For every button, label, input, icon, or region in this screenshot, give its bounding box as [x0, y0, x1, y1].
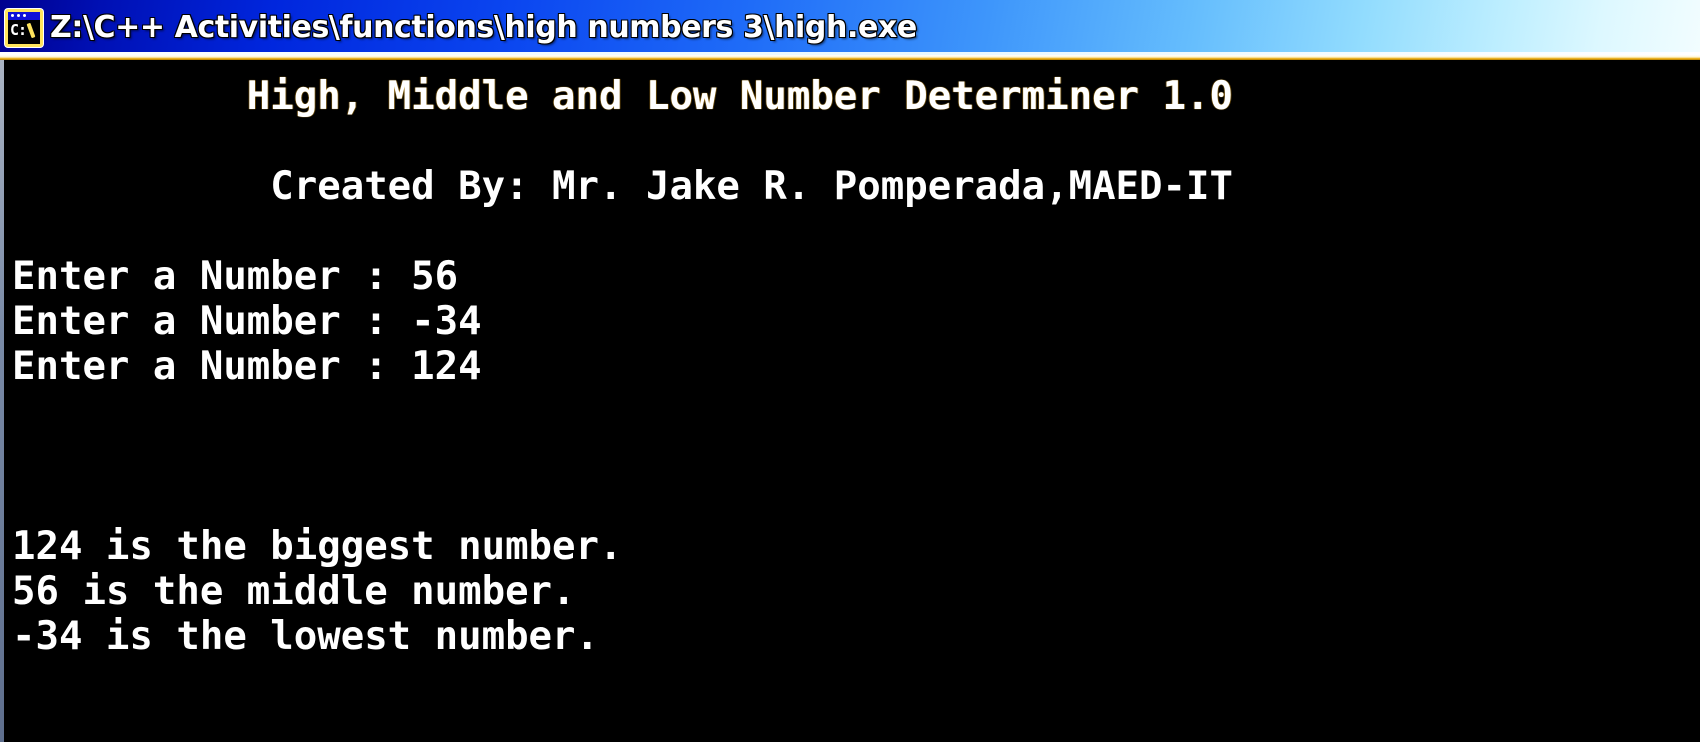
console-text-line: 124 is the biggest number.	[12, 524, 623, 569]
console-text-line: Enter a Number : -34	[12, 299, 482, 344]
icon-prompt-text: C:	[10, 20, 27, 39]
console-text-line: High, Middle and Low Number Determiner 1…	[12, 74, 1233, 119]
console-text-line: 56 is the middle number.	[12, 569, 576, 614]
icon-title-strip	[8, 11, 40, 20]
console-screen[interactable]: High, Middle and Low Number Determiner 1…	[4, 60, 1700, 742]
client-left-edge	[0, 60, 4, 742]
console-window-icon[interactable]: C:	[5, 8, 43, 47]
console-text-line: -34 is the lowest number.	[12, 614, 599, 659]
console-text-line: Enter a Number : 124	[12, 344, 482, 389]
title-bar-underline	[0, 55, 1700, 60]
icon-dot	[11, 14, 14, 17]
console-text-line: Created By: Mr. Jake R. Pomperada,MAED-I…	[12, 164, 1233, 209]
icon-dot	[17, 14, 20, 17]
icon-dot	[23, 14, 26, 17]
console-text-line: Enter a Number : 56	[12, 254, 459, 299]
window-title-text: Z:\C++ Activities\functions\high numbers…	[50, 9, 917, 45]
console-window: C: Z:\C++ Activities\functions\high numb…	[0, 0, 1700, 742]
console-output: High, Middle and Low Number Determiner 1…	[4, 60, 1700, 659]
window-title-bar[interactable]: C: Z:\C++ Activities\functions\high numb…	[0, 0, 1700, 55]
